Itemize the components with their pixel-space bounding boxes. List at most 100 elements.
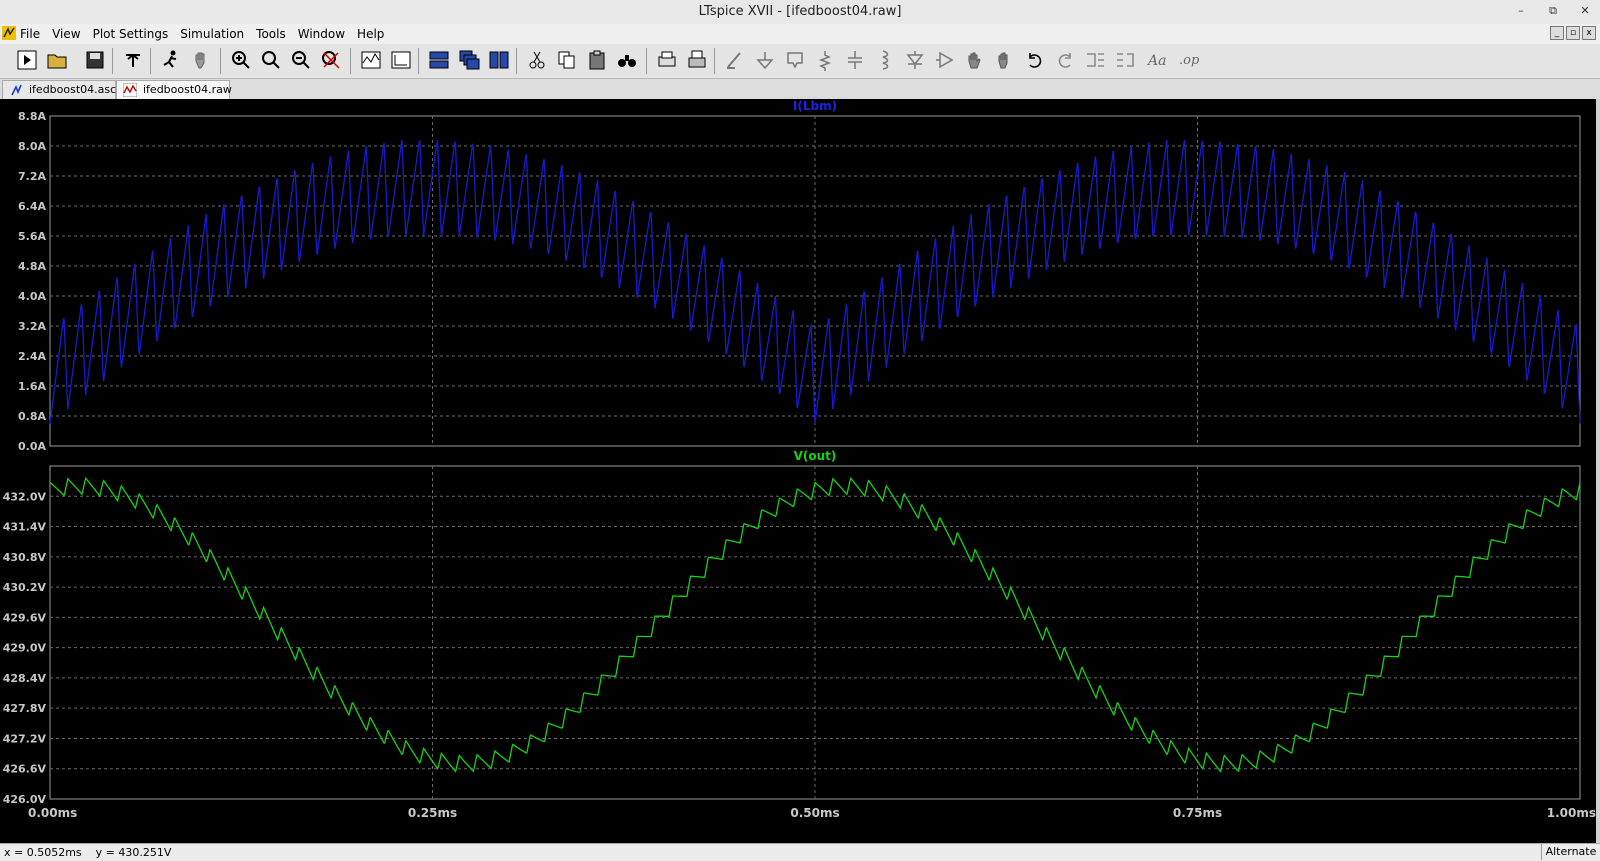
run-icon[interactable] bbox=[14, 47, 40, 73]
zoom-out-icon[interactable] bbox=[288, 47, 314, 73]
print-preview-icon[interactable] bbox=[654, 47, 680, 73]
y-tick-label: 426.6V bbox=[3, 763, 47, 776]
y-tick-label: 428.4V bbox=[3, 672, 47, 685]
close-button[interactable]: ✕ bbox=[1576, 2, 1594, 20]
y-tick-label: 4.8A bbox=[18, 260, 46, 273]
menu-bar: File View Plot Settings Simulation Tools… bbox=[0, 24, 1600, 44]
x-tick-label: 0.50ms bbox=[790, 806, 839, 820]
y-tick-label: 5.6A bbox=[18, 230, 46, 243]
tile-horizontal-icon[interactable] bbox=[426, 47, 452, 73]
mode-indicator: Alternate bbox=[1541, 844, 1600, 860]
svg-text:.op: .op bbox=[1179, 53, 1200, 68]
menu-view[interactable]: View bbox=[52, 27, 80, 41]
y-tick-label: 427.2V bbox=[3, 732, 47, 745]
x-tick-label: 0.75ms bbox=[1173, 806, 1222, 820]
tab-schematic[interactable]: ifedboost04.asc bbox=[2, 80, 116, 99]
y-tick-label: 3.2A bbox=[18, 320, 46, 333]
y-tick-label: 432.0V bbox=[3, 490, 47, 503]
vertical-scrollbar[interactable] bbox=[1596, 99, 1600, 843]
waveform-icon bbox=[123, 83, 137, 97]
control-panel-icon[interactable] bbox=[120, 47, 146, 73]
tab-waveform[interactable]: ifedboost04.raw bbox=[116, 80, 232, 99]
y-tick-label: 0.8A bbox=[18, 410, 46, 423]
waveform-viewer[interactable]: I(Lbm) 0.0A 0.8A 1.6A 2.4A 3.2A 4.0A 4.8A 5.6A 6.… bbox=[0, 99, 1600, 843]
spice-directive-icon[interactable]: .op bbox=[1176, 47, 1202, 73]
pan-hand-icon[interactable] bbox=[188, 47, 214, 73]
y-tick-label: 431.4V bbox=[3, 521, 47, 534]
menu-tools[interactable]: Tools bbox=[256, 27, 286, 41]
restore-button[interactable]: ⧉ bbox=[1544, 2, 1562, 20]
cut-scissors-icon[interactable] bbox=[524, 47, 550, 73]
cursor-x-readout: x = 0.5052ms bbox=[4, 846, 82, 859]
text-icon[interactable]: Aa bbox=[1144, 47, 1170, 73]
undo-icon[interactable] bbox=[1022, 47, 1048, 73]
ground-icon[interactable] bbox=[752, 47, 778, 73]
menu-help[interactable]: Help bbox=[357, 27, 384, 41]
mdi-close-button[interactable]: x bbox=[1582, 26, 1596, 40]
component-icon[interactable] bbox=[932, 47, 958, 73]
move-icon[interactable] bbox=[962, 47, 988, 73]
mirror-icon[interactable] bbox=[1112, 47, 1138, 73]
menu-plot-settings[interactable]: Plot Settings bbox=[93, 27, 169, 41]
cursor-y-readout: y = 430.251V bbox=[95, 846, 172, 859]
trace-title: I(Lbm) bbox=[793, 99, 837, 113]
print-icon[interactable] bbox=[684, 47, 710, 73]
y-tick-label: 429.6V bbox=[3, 611, 47, 624]
cursor-readout: x = 0.5052ms y = 430.251V bbox=[4, 846, 171, 859]
zoom-area-icon[interactable] bbox=[228, 47, 254, 73]
tile-vertical-icon[interactable] bbox=[486, 47, 512, 73]
find-binoculars-icon[interactable] bbox=[614, 47, 640, 73]
diode-icon[interactable] bbox=[902, 47, 928, 73]
minimize-button[interactable]: – bbox=[1512, 2, 1530, 20]
y-tick-label: 430.8V bbox=[3, 551, 47, 564]
copy-icon[interactable] bbox=[554, 47, 580, 73]
draw-wire-icon[interactable] bbox=[722, 47, 748, 73]
cascade-icon[interactable] bbox=[456, 47, 482, 73]
x-tick-label: 1.00ms bbox=[1547, 806, 1596, 820]
y-tick-label: 4.0A bbox=[18, 290, 46, 303]
halt-runner-icon[interactable] bbox=[158, 47, 184, 73]
tab-label: ifedboost04.raw bbox=[143, 83, 232, 96]
trace-title: V(out) bbox=[794, 449, 837, 463]
tab-label: ifedboost04.asc bbox=[29, 83, 117, 96]
paste-icon[interactable] bbox=[584, 47, 610, 73]
zoom-cancel-icon[interactable] bbox=[318, 47, 344, 73]
y-tick-label: 8.8A bbox=[18, 110, 46, 123]
x-tick-label: 0.25ms bbox=[408, 806, 457, 820]
y-tick-label: 8.0A bbox=[18, 140, 46, 153]
y-tick-label: 0.0A bbox=[18, 440, 46, 453]
save-icon[interactable] bbox=[82, 47, 108, 73]
window-title: LTspice XVII - [ifedboost04.raw] bbox=[698, 4, 902, 19]
menu-window[interactable]: Window bbox=[298, 27, 345, 41]
redo-icon[interactable] bbox=[1052, 47, 1078, 73]
title-bar: LTspice XVII - [ifedboost04.raw] – ⧉ ✕ bbox=[0, 0, 1600, 25]
y-tick-label: 2.4A bbox=[18, 350, 46, 363]
y-tick-label: 429.0V bbox=[3, 642, 47, 655]
document-tabs: ifedboost04.asc ifedboost04.raw bbox=[0, 79, 1600, 99]
inductor-icon[interactable] bbox=[872, 47, 898, 73]
mdi-minimize-button[interactable]: _ bbox=[1550, 26, 1564, 40]
y-tick-label: 427.8V bbox=[3, 702, 47, 715]
mdi-restore-button[interactable]: ▫ bbox=[1566, 26, 1580, 40]
rotate-icon[interactable] bbox=[1082, 47, 1108, 73]
y-tick-label: 6.4A bbox=[18, 200, 46, 213]
menu-file[interactable]: File bbox=[20, 27, 40, 41]
ltspice-app-icon[interactable] bbox=[2, 26, 16, 40]
toolbar: Aa .op bbox=[0, 44, 1600, 79]
label-net-icon[interactable] bbox=[782, 47, 808, 73]
y-tick-label: 430.2V bbox=[3, 581, 47, 594]
capacitor-icon[interactable] bbox=[842, 47, 868, 73]
y-tick-label: 426.0V bbox=[3, 793, 47, 806]
x-tick-label: 0.00ms bbox=[28, 806, 77, 820]
autorange-icon[interactable] bbox=[358, 47, 384, 73]
menu-simulation[interactable]: Simulation bbox=[180, 27, 244, 41]
plot-canvas[interactable]: I(Lbm) 0.0A 0.8A 1.6A 2.4A 3.2A 4.0A 4.8A 5.6A 6.… bbox=[0, 99, 1596, 843]
open-folder-icon[interactable] bbox=[44, 47, 70, 73]
y-tick-label: 1.6A bbox=[18, 380, 46, 393]
y-tick-label: 7.2A bbox=[18, 170, 46, 183]
svg-text:Aa: Aa bbox=[1146, 53, 1166, 69]
zoom-in-icon[interactable] bbox=[258, 47, 284, 73]
drag-icon[interactable] bbox=[992, 47, 1018, 73]
resistor-icon[interactable] bbox=[812, 47, 838, 73]
manual-limits-icon[interactable] bbox=[388, 47, 414, 73]
